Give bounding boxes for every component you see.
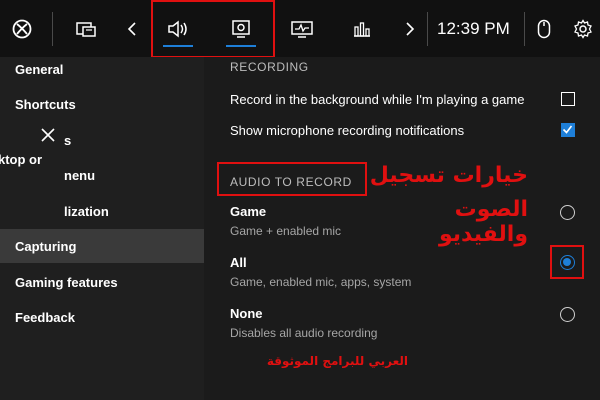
annotation-title-line1: خيارات تسجيل — [369, 163, 528, 188]
clock-time: 12:39 PM — [437, 19, 510, 38]
sidebar-item-gaming-features[interactable]: Gaming features — [0, 265, 204, 299]
option-game-title: Game — [230, 204, 267, 219]
game-bar-topbar: 12:39 PM — [0, 0, 600, 58]
capturing-settings-panel: RECORDING Record in the background while… — [204, 57, 600, 400]
recording-section-header: RECORDING — [230, 60, 309, 74]
sidebar-item-label: Gaming features — [15, 274, 118, 290]
option-all-desc: Game, enabled mic, apps, system — [230, 275, 412, 289]
mic-notifications-checkbox[interactable] — [561, 123, 575, 137]
sidebar-item-partial-menu[interactable]: nenu — [0, 158, 204, 192]
annotation-title-line2: الصوت والفيديو — [438, 197, 528, 247]
settings-gear-icon[interactable] — [570, 0, 596, 57]
sidebar-item-label: Feedback — [15, 309, 75, 325]
topbar-separator — [52, 12, 53, 46]
sidebar-item-label: lization — [64, 203, 109, 219]
close-icon[interactable] — [40, 127, 56, 143]
topbar-separator — [524, 12, 525, 46]
sidebar-item-label: Capturing — [15, 238, 77, 254]
sidebar-item-label: nenu — [64, 167, 96, 183]
option-none-radio[interactable] — [560, 307, 575, 322]
performance-widget-icon[interactable] — [280, 0, 324, 57]
option-none-desc: Disables all audio recording — [230, 326, 378, 340]
record-background-checkbox[interactable] — [561, 92, 575, 106]
sidebar-item-capturing[interactable]: Capturing — [0, 229, 204, 263]
mic-notifications-label: Show microphone recording notifications — [230, 123, 465, 138]
option-game-radio[interactable] — [560, 205, 575, 220]
settings-sidebar: General Shortcuts s ktop or nenu lizatio… — [0, 57, 204, 400]
chevron-right-icon[interactable] — [398, 0, 422, 57]
sidebar-item-partial-personalization[interactable]: lization — [0, 194, 204, 228]
option-none-title: None — [230, 306, 263, 321]
annotation-footer: العربي للبرامج الموثوقة — [266, 354, 408, 368]
topbar-separator — [427, 12, 428, 46]
xbox-logo-icon[interactable] — [0, 0, 44, 57]
sidebar-item-general[interactable]: General — [0, 52, 204, 86]
annotation-highlight-top — [151, 0, 275, 58]
chevron-left-icon[interactable] — [120, 0, 144, 57]
resources-widget-icon[interactable] — [340, 0, 384, 57]
audio-to-record-header: AUDIO TO RECORD — [230, 175, 352, 189]
sidebar-item-feedback[interactable]: Feedback — [0, 300, 204, 334]
annotation-highlight-radio — [550, 245, 584, 279]
sidebar-item-label: General — [15, 61, 64, 77]
widget-store-icon[interactable] — [66, 0, 106, 57]
record-background-label: Record in the background while I'm playi… — [230, 92, 525, 107]
mouse-icon[interactable] — [532, 0, 556, 57]
sidebar-item-label: Shortcuts — [15, 96, 76, 112]
option-game-desc: Game + enabled mic — [230, 224, 342, 238]
sidebar-item-shortcuts[interactable]: Shortcuts — [0, 87, 204, 121]
option-all-title: All — [230, 255, 247, 270]
